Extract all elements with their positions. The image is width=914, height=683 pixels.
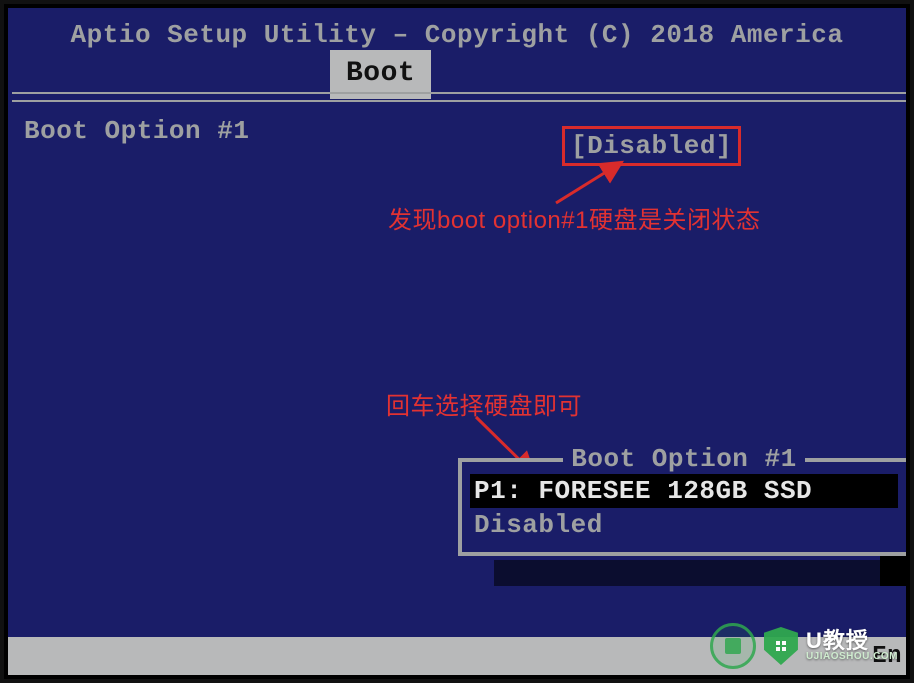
separator-top-2 — [12, 100, 910, 102]
popup-item-disabled[interactable]: Disabled — [470, 508, 898, 542]
bios-screen: Aptio Setup Utility – Copyright (C) 2018… — [4, 4, 910, 679]
annotation-select-note: 回车选择硬盘即可 — [386, 386, 582, 421]
help-bar-hint: En — [872, 643, 902, 670]
bios-header-title: Aptio Setup Utility – Copyright (C) 2018… — [4, 20, 910, 50]
boot-option-popup: Boot Option #1 P1: FORESEE 128GB SSD Dis… — [458, 458, 910, 556]
help-bar: En — [4, 637, 910, 679]
popup-shadow-bottom — [494, 560, 910, 586]
popup-item-selected[interactable]: P1: FORESEE 128GB SSD — [470, 474, 898, 508]
boot-option-1-label[interactable]: Boot Option #1 — [24, 116, 249, 146]
popup-title: Boot Option #1 — [563, 444, 804, 474]
boot-option-1-value[interactable]: [Disabled] — [562, 126, 741, 166]
separator-top — [12, 92, 910, 94]
annotation-disabled-note: 发现boot option#1硬盘是关闭状态 — [388, 200, 760, 235]
